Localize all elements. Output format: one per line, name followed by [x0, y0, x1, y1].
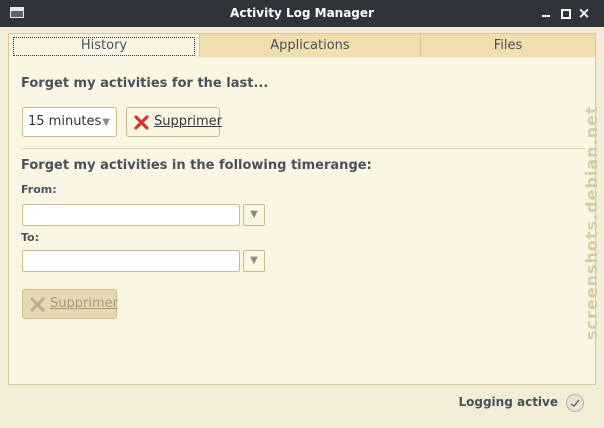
title-bar: Activity Log Manager × [0, 0, 604, 27]
from-date-dropdown[interactable]: ▼ [243, 204, 265, 226]
delete-button-label: Supprimer [154, 114, 222, 129]
delete-x-icon [30, 297, 45, 312]
to-date-input[interactable] [22, 250, 240, 272]
minimize-icon[interactable] [539, 6, 553, 20]
chevron-down-icon: ▼ [102, 117, 110, 128]
tab-bar: History Applications Files [8, 33, 596, 59]
to-date-dropdown[interactable]: ▼ [243, 250, 265, 272]
history-panel: Forget my activities for the last... 15 … [8, 57, 596, 385]
duration-value: 15 minutes [28, 114, 102, 129]
chevron-down-icon: ▼ [250, 209, 258, 220]
tab-applications[interactable]: Applications [200, 34, 421, 58]
timerange-delete-label: Supprimer [50, 296, 118, 311]
delete-button[interactable]: Supprimer [126, 107, 222, 137]
window-title: Activity Log Manager [230, 6, 374, 20]
forget-last-heading: Forget my activities for the last... [21, 76, 269, 91]
tab-history[interactable]: History [9, 34, 200, 59]
logging-toggle-icon[interactable] [566, 394, 584, 412]
check-icon [570, 399, 580, 407]
from-date-input[interactable] [22, 204, 240, 226]
close-icon[interactable]: × [577, 6, 591, 21]
watermark: screenshots.debian.net [582, 105, 601, 340]
from-label: From: [21, 183, 57, 196]
tab-files[interactable]: Files [421, 34, 595, 58]
maximize-icon[interactable] [558, 6, 572, 20]
to-label: To: [21, 231, 39, 244]
timerange-heading: Forget my activities in the following ti… [21, 158, 372, 173]
delete-x-icon [134, 115, 149, 130]
timerange-delete-button[interactable]: Supprimer [22, 289, 118, 319]
chevron-down-icon: ▼ [250, 255, 258, 266]
status-text: Logging active [458, 395, 558, 409]
duration-select[interactable]: 15 minutes ▼ [22, 107, 117, 137]
tab-history-label: History [13, 37, 195, 56]
divider [21, 148, 585, 149]
